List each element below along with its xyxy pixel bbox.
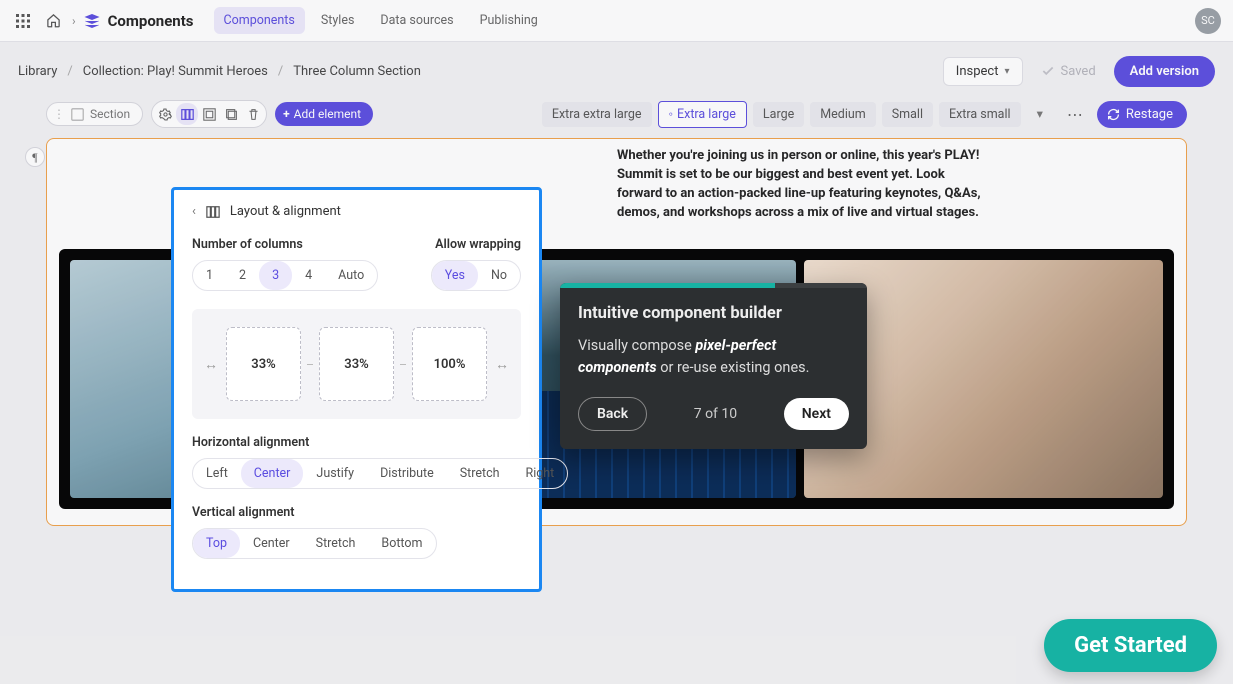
page-title: Components (108, 12, 194, 30)
section-chip-label: Section (90, 107, 130, 121)
add-element-button[interactable]: + Add element (275, 102, 373, 126)
refresh-icon (1107, 108, 1120, 121)
halign-center[interactable]: Center (241, 459, 304, 488)
num-cols-segmented: 1 2 3 4 Auto (192, 260, 378, 291)
wrap-no[interactable]: No (478, 261, 520, 290)
crumb-sep: / (67, 64, 72, 79)
bp-md[interactable]: Medium (810, 102, 875, 127)
crumb-sep: / (278, 64, 283, 79)
tour-text: Visually compose pixel-perfect component… (578, 335, 849, 379)
plus-icon: + (283, 107, 290, 121)
valign-stretch[interactable]: Stretch (303, 529, 369, 558)
valign-segmented: Top Center Stretch Bottom (192, 528, 437, 559)
wrap-label: Allow wrapping (431, 237, 521, 252)
more-menu-icon[interactable]: ⋯ (1061, 105, 1089, 124)
trash-icon[interactable] (242, 103, 264, 125)
add-version-button[interactable]: Add version (1114, 56, 1215, 87)
tab-components[interactable]: Components (214, 7, 305, 34)
col-width-2[interactable]: 33% (319, 327, 394, 401)
resize-right-icon[interactable]: ↔ (493, 356, 511, 373)
tour-next-button[interactable]: Next (784, 398, 849, 430)
col-gap-icon (307, 364, 313, 365)
num-cols-label: Number of columns (192, 237, 378, 252)
saved-status: Saved (1041, 64, 1096, 79)
bp-lg[interactable]: Large (753, 102, 804, 127)
dot-icon: ◦ (669, 107, 673, 122)
breadcrumb-chevron-icon: › (72, 14, 76, 28)
apps-icon[interactable] (12, 10, 34, 32)
inspect-dropdown[interactable]: Inspect ▾ (943, 57, 1023, 86)
settings-icon[interactable] (154, 103, 176, 125)
chevron-down-icon: ▾ (1004, 66, 1009, 77)
resize-left-icon[interactable]: ↔ (202, 356, 220, 373)
cols-3[interactable]: 3 (259, 261, 292, 290)
user-avatar[interactable]: SC (1195, 8, 1221, 34)
valign-center[interactable]: Center (240, 529, 303, 558)
home-icon[interactable] (42, 10, 64, 32)
wrap-yes[interactable]: Yes (432, 261, 478, 290)
section-outline-icon (71, 108, 84, 121)
onboarding-tour-card: Intuitive component builder Visually com… (560, 283, 867, 449)
restage-button[interactable]: Restage (1097, 101, 1187, 128)
top-tabs: Components Styles Data sources Publishin… (214, 7, 548, 34)
components-logo-icon (84, 13, 100, 29)
bp-xxl[interactable]: Extra extra large (542, 102, 652, 127)
valign-bottom[interactable]: Bottom (368, 529, 435, 558)
paragraph-marker-icon[interactable]: ¶ (25, 147, 45, 167)
drag-handle-icon[interactable]: ⋮ (53, 107, 65, 121)
bp-xl[interactable]: ◦Extra large (658, 101, 747, 128)
halign-label: Horizontal alignment (192, 435, 521, 450)
cols-1[interactable]: 1 (193, 261, 226, 290)
valign-label: Vertical alignment (192, 505, 521, 520)
crumb-library[interactable]: Library (18, 64, 57, 79)
layout-alignment-panel: ‹ Layout & alignment Number of columns 1… (171, 187, 542, 592)
tab-styles[interactable]: Styles (311, 7, 365, 34)
tab-publishing[interactable]: Publishing (470, 7, 548, 34)
bp-sm[interactable]: Small (882, 102, 933, 127)
halign-stretch[interactable]: Stretch (447, 459, 513, 488)
columns-header-icon (206, 205, 220, 219)
inspect-label: Inspect (956, 64, 999, 79)
valign-top[interactable]: Top (193, 529, 240, 558)
app-bar: › Components Components Styles Data sour… (0, 0, 1233, 42)
halign-left[interactable]: Left (193, 459, 241, 488)
breadcrumb-bar: Library / Collection: Play! Summit Heroe… (0, 42, 1233, 100)
get-started-button[interactable]: Get Started (1044, 619, 1217, 672)
tab-data-sources[interactable]: Data sources (370, 7, 463, 34)
wrap-segmented: Yes No (431, 260, 521, 291)
tour-back-button[interactable]: Back (578, 397, 647, 431)
section-chip[interactable]: ⋮ Section (46, 102, 143, 126)
halign-distribute[interactable]: Distribute (367, 459, 447, 488)
halign-justify[interactable]: Justify (303, 459, 367, 488)
col-gap-icon (400, 364, 406, 365)
check-icon (1041, 64, 1055, 78)
crumb-collection[interactable]: Collection: Play! Summit Heroes (83, 64, 268, 79)
panel-title: Layout & alignment (230, 204, 341, 219)
col-width-3[interactable]: 100% (412, 327, 487, 401)
column-width-preview: ↔ 33% 33% 100% ↔ (192, 309, 521, 419)
add-element-label: Add element (294, 107, 361, 121)
bp-xs[interactable]: Extra small (939, 102, 1021, 127)
padding-icon[interactable] (198, 103, 220, 125)
stage-paragraph[interactable]: Whether you're joining us in person or o… (617, 147, 986, 222)
col-width-1[interactable]: 33% (226, 327, 301, 401)
editor-toolbar: ⋮ Section + Add element Extra extra larg… (46, 100, 1187, 128)
crumb-current: Three Column Section (293, 64, 421, 79)
panel-back-icon[interactable]: ‹ (192, 204, 196, 219)
breakpoint-group: Extra extra large ◦Extra large Large Med… (542, 101, 1053, 128)
tour-step-count: 7 of 10 (694, 406, 737, 422)
saved-label: Saved (1061, 64, 1096, 79)
cols-4[interactable]: 4 (292, 261, 325, 290)
cols-2[interactable]: 2 (226, 261, 259, 290)
copy-icon[interactable] (220, 103, 242, 125)
halign-right[interactable]: Right (513, 459, 568, 488)
halign-segmented: Left Center Justify Distribute Stretch R… (192, 458, 568, 489)
layout-mode-toolbar (151, 100, 267, 128)
bp-chevron-icon[interactable]: ▾ (1027, 101, 1053, 127)
columns-icon[interactable] (176, 103, 198, 125)
tour-title: Intuitive component builder (578, 304, 849, 323)
restage-label: Restage (1126, 107, 1173, 122)
cols-auto[interactable]: Auto (325, 261, 377, 290)
